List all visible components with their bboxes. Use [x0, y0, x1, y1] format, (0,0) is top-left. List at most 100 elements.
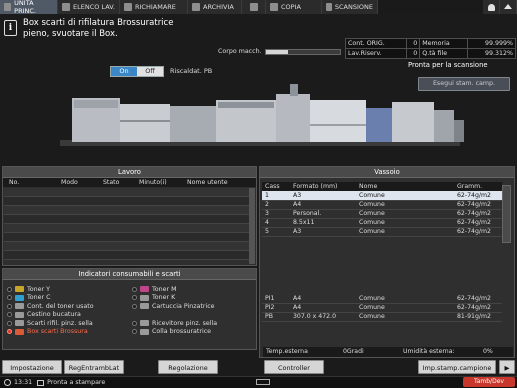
toner-y-label: Toner Y [27, 285, 50, 293]
tray-formato: 307.0 x 472.0 [290, 312, 356, 322]
tray-nome: Comune [356, 200, 454, 210]
keyboard-icon[interactable] [256, 379, 270, 385]
tab-archivia[interactable]: ARCHIVIA [188, 0, 242, 14]
table-row[interactable]: 2 A4 Comune 62-74g/m2 [262, 200, 502, 210]
table-row[interactable] [4, 233, 249, 242]
job-rows [4, 188, 249, 260]
cont-orig-label: Cont. ORIG. [344, 38, 408, 49]
tray-gramm: 62-74g/m2 [454, 209, 502, 219]
toner-warning-badge[interactable]: Tamb/Dev [463, 377, 515, 387]
col-cass: Cass [262, 182, 290, 191]
toner-m-label: Toner M [152, 285, 177, 293]
tray-table: Cass Formato (mm) Nome Gramm. 1 A3 Comune 6… [262, 182, 502, 322]
alert-line-2: pieno, svuotare il Box. [23, 29, 118, 39]
heater-off-button[interactable]: Off [137, 67, 163, 76]
paper-setting-button[interactable]: Impostazione carta [2, 360, 62, 386]
tab-label: ARCHIVIA [203, 3, 234, 11]
tray-formato: Personal. [290, 209, 356, 219]
tab-label: ELENCO LAV. [73, 3, 115, 11]
tray-formato: A3 [290, 227, 356, 237]
tray-nome: Comune [356, 191, 454, 201]
adjustment-button[interactable]: Regolazione [158, 360, 218, 374]
tray-panel-title: Vassoio [260, 167, 514, 178]
tray-gramm: 62-74g/m2 [454, 191, 502, 201]
heater-toggle[interactable]: On Off [110, 66, 164, 77]
tray-cass: 5 [262, 227, 290, 237]
bell-icon [487, 3, 495, 11]
tab-unita-princ[interactable]: UNITA PRINC. [0, 0, 58, 15]
home-button[interactable] [500, 0, 517, 14]
table-row[interactable]: 1 A3 Comune 62-74g/m2 [262, 191, 502, 201]
consumables-row: Toner C Toner K [7, 294, 257, 303]
tray-formato: A3 [290, 191, 356, 201]
alert-dot [7, 329, 12, 335]
home-icon [504, 3, 512, 9]
tab-fax[interactable] [242, 0, 266, 14]
table-row[interactable] [4, 188, 249, 197]
next-page-button[interactable]: ▶ [499, 360, 515, 374]
table-row[interactable] [4, 215, 249, 224]
binder-trim-box-icon [15, 328, 24, 335]
alert-text: Box scarti di rifilatura Brossuratrice p… [23, 18, 173, 40]
tray-scrollbar[interactable] [502, 185, 511, 243]
memoria-label: Memoria [419, 38, 468, 49]
tray-formato: A4 [290, 200, 356, 210]
alert-message: i Box scarti di rifilatura Brossuratrice… [4, 18, 340, 44]
humidity-label: Umidità esterna: [403, 348, 455, 355]
tray-cass: 4 [262, 218, 290, 228]
controller-button[interactable]: Controller [264, 360, 324, 374]
notification-button[interactable] [483, 0, 500, 14]
table-row[interactable]: 3 Personal. Comune 62-74g/m2 [262, 209, 502, 219]
table-row[interactable] [4, 197, 249, 206]
tray-cass: 3 [262, 209, 290, 219]
col-no: No. [9, 179, 20, 186]
lav-riserv-label: Lav.Riserv. [344, 48, 408, 59]
tray-formato: A4 [290, 294, 356, 304]
table-row[interactable] [4, 242, 249, 251]
copy-icon [270, 3, 278, 11]
empty-row [262, 236, 502, 294]
status-dot [7, 303, 12, 309]
binder-glue-icon [140, 328, 149, 335]
table-row[interactable] [4, 251, 249, 260]
table-row[interactable]: PI1 A4 Comune 62-74g/m2 [262, 294, 502, 304]
footer-time: 13:31 [14, 379, 33, 386]
tray-gramm: 62-74g/m2 [454, 218, 502, 228]
tab-copia[interactable]: COPIA [266, 0, 322, 14]
table-row[interactable]: PI2 A4 Comune 62-74g/m2 [262, 303, 502, 313]
table-row[interactable] [4, 206, 249, 215]
reg-entramb-lat-button[interactable]: RegEntrambLat [64, 360, 124, 374]
heater-on-button[interactable]: On [111, 67, 137, 76]
table-row[interactable] [4, 224, 249, 233]
tab-scansione[interactable]: SCANSIONE [322, 0, 378, 14]
table-row[interactable]: 4 8.5x11 Comune 62-74g/m2 [262, 218, 502, 228]
corpo-macch-bar [265, 49, 341, 55]
sample-setting-button[interactable]: Imp.stamp.campione [418, 360, 496, 374]
col-formato: Formato (mm) [290, 182, 356, 191]
tab-spacer [378, 0, 483, 14]
job-scrollbar[interactable] [249, 188, 255, 264]
tray-gramm: 62-74g/m2 [454, 294, 502, 304]
staple-cartridge-indicator: Cartuccia Pinzatrice [132, 303, 257, 310]
col-stato: Stato [103, 179, 120, 186]
toner-y-indicator: Toner Y [7, 286, 132, 293]
tab-richiamare[interactable]: RICHIAMARE [120, 0, 188, 14]
humidity-value: 0% [483, 348, 493, 355]
toner-k-indicator: Toner K [132, 294, 257, 301]
toner-c-indicator: Toner C [7, 294, 132, 301]
clock-icon [4, 379, 11, 386]
tray-panel: Vassoio Cass Formato (mm) Nome Gramm. 1A… [259, 166, 515, 358]
tray-cass: 2 [262, 200, 290, 210]
tab-label: COPIA [281, 3, 301, 11]
toner-y-icon [15, 286, 24, 293]
saddle-trim-indicator: Scarti rifil. pinz. sella [7, 320, 132, 327]
saddle-staple-indicator: Ricevitore pinz. sella [132, 320, 257, 327]
cont-orig-value: 0 [406, 38, 421, 49]
tab-elenco-lav[interactable]: ELENCO LAV. [58, 0, 120, 14]
tray-nome: Comune [356, 303, 454, 313]
table-row[interactable]: PB 307.0 x 472.0 Comune 81-91g/m2 [262, 312, 502, 322]
temp-label: Temp.esterna [266, 348, 308, 355]
table-row[interactable]: 5 A3 Comune 62-74g/m2 [262, 227, 502, 237]
top-tab-bar: UNITA PRINC. ELENCO LAV. RICHIAMARE ARCH… [0, 0, 517, 15]
footer-status: Pronta a stampare [47, 379, 106, 386]
